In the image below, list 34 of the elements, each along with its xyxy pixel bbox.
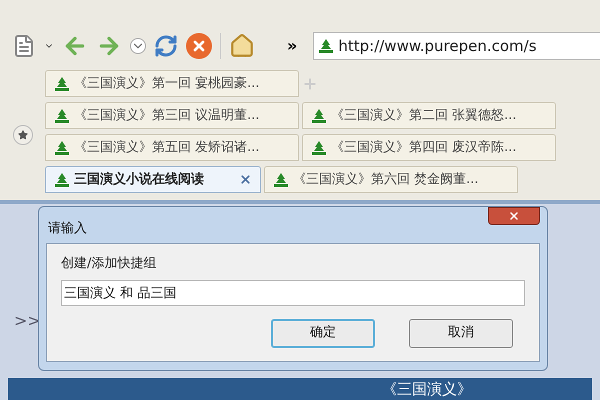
site-logo-icon: [54, 140, 70, 156]
close-icon: [508, 210, 520, 222]
refresh-icon[interactable]: [154, 34, 178, 58]
browser-tab[interactable]: 《三国演义》第三回 议温明董...: [45, 102, 299, 129]
browser-tab[interactable]: 《三国演义》第二回 张翼德怒...: [302, 102, 556, 129]
field-label: 创建/添加快捷组: [61, 255, 158, 273]
site-logo-icon: [311, 140, 327, 156]
site-logo-icon: [54, 172, 70, 188]
close-icon[interactable]: [239, 173, 252, 186]
dropdown-icon[interactable]: [130, 38, 146, 54]
site-logo-icon: [311, 108, 327, 124]
dialog-title: 请输入: [47, 220, 87, 238]
close-button[interactable]: [488, 207, 540, 225]
overflow-chevron[interactable]: »: [287, 34, 298, 58]
side-link[interactable]: >>: [14, 309, 41, 333]
stop-icon[interactable]: [186, 33, 212, 59]
new-page-icon[interactable]: [12, 34, 36, 58]
browser-tab[interactable]: 《三国演义》第一回 宴桃园豪...: [45, 70, 299, 97]
page-banner: 《三国演义》: [8, 378, 592, 400]
browser-tab[interactable]: 《三国演义》第五回 发矫诏诸...: [45, 134, 299, 161]
browser-tab[interactable]: 《三国演义》第四回 废汉帝陈...: [302, 134, 556, 161]
star-icon: [18, 130, 28, 140]
address-field[interactable]: http://www.purepen.com/s: [313, 32, 600, 60]
dialog-button[interactable]: 确定: [271, 318, 375, 348]
browser-tab[interactable]: 《三国演义》第六回 焚金阙董...: [264, 166, 518, 193]
site-logo-icon: [54, 76, 70, 92]
site-logo-icon: [54, 108, 70, 124]
home-icon[interactable]: [229, 33, 255, 59]
site-logo-icon: [318, 38, 334, 54]
dialog-button[interactable]: 取消: [409, 318, 513, 348]
group-name-field[interactable]: 三国演义 和 品三国: [61, 280, 525, 306]
browser-tab[interactable]: 三国演义小说在线阅读: [45, 166, 261, 193]
site-logo-icon: [273, 172, 289, 188]
favorite-button[interactable]: [12, 125, 32, 145]
